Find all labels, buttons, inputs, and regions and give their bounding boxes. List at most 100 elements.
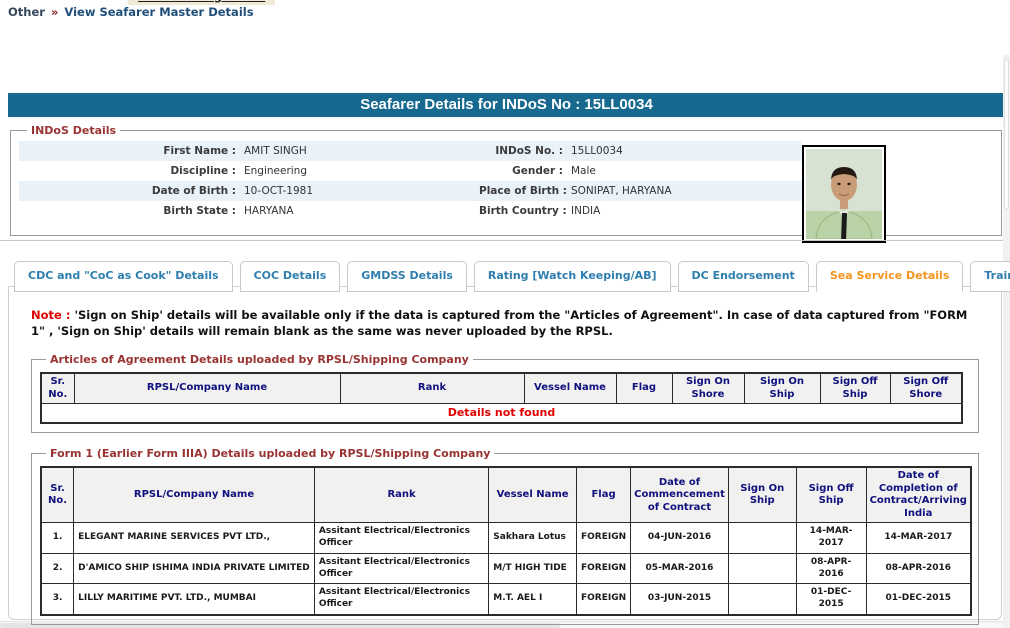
col-date-commencement: Date of Commencement of Contract xyxy=(630,466,729,524)
cell-date-completion: 01-DEC-2015 xyxy=(865,583,972,616)
cell-sr-no: 2. xyxy=(40,552,75,585)
indos-row-2: Discipline : Engineering Gender : Male xyxy=(19,161,802,181)
place-of-birth-value: SONIPAT, HARYANA xyxy=(571,185,672,197)
note-text: Note : 'Sign on Ship' details will be av… xyxy=(31,307,979,339)
vertical-scrollbar[interactable] xyxy=(1003,55,1010,628)
articles-header-row: Sr. No. RPSL/Company Name Rank Vessel Na… xyxy=(40,372,963,405)
cell-company: LILLY MARITIME PVT. LTD., MUMBAI xyxy=(73,583,315,616)
page-title: Seafarer Details for INDoS No : 15LL0034 xyxy=(8,93,1005,117)
tab-training-details[interactable]: Training Details xyxy=(970,261,1010,292)
col-rpsl-company: RPSL/Company Name xyxy=(73,466,315,524)
tab-rating-watch-keeping-ab[interactable]: Rating [Watch Keeping/AB] xyxy=(473,261,671,292)
section-divider xyxy=(0,240,1010,241)
cell-date-commencement: 04-JUN-2016 xyxy=(630,522,729,554)
cell-rank: Assitant Electrical/Electronics Officer xyxy=(313,552,490,585)
articles-of-agreement-fieldset: Articles of Agreement Details uploaded b… xyxy=(31,353,979,434)
col-sr-no: Sr. No. xyxy=(40,466,75,524)
cell-flag: FOREIGN xyxy=(575,552,632,585)
cell-vessel: Sakhara Lotus xyxy=(488,522,577,554)
empty-row: Details not found xyxy=(40,403,963,424)
col-sign-off-shore: Sign Off Shore xyxy=(889,372,963,405)
table-row: 2. D'AMICO SHIP ISHIMA INDIA PRIVATE LIM… xyxy=(40,552,972,585)
cell-vessel: M/T HIGH TIDE xyxy=(488,552,577,585)
first-name-value: AMIT SINGH xyxy=(244,145,307,157)
breadcrumb-separator-icon: » xyxy=(50,5,59,19)
cell-sign-on-ship xyxy=(727,552,797,585)
date-of-birth-label: Date of Birth : xyxy=(151,185,236,197)
place-of-birth-label: Place of Birth : xyxy=(479,185,567,197)
col-sign-off-ship: Sign Off Ship xyxy=(819,372,891,405)
birth-state-value: HARYANA xyxy=(244,205,294,217)
cell-date-commencement: 03-JUN-2015 xyxy=(630,583,729,616)
page: HomeManagement Other»View Seafarer Maste… xyxy=(0,0,1010,628)
form1-fieldset: Form 1 (Earlier Form IIIA) Details uploa… xyxy=(31,447,979,625)
indos-row-4: Birth State : HARYANA Birth Country : IN… xyxy=(19,201,802,221)
col-rpsl-company: RPSL/Company Name xyxy=(73,372,341,405)
birth-state-label: Birth State : xyxy=(163,205,236,217)
indos-row-3: Date of Birth : 10-OCT-1981 Place of Bir… xyxy=(19,181,802,201)
cell-sign-on-ship xyxy=(727,583,797,616)
table-row: 3. LILLY MARITIME PVT. LTD., MUMBAI Assi… xyxy=(40,583,972,616)
seafarer-photo xyxy=(802,145,886,243)
col-flag: Flag xyxy=(615,372,673,405)
indos-no-value: 15LL0034 xyxy=(571,145,623,157)
tab-content-panel: Note : 'Sign on Ship' details will be av… xyxy=(8,286,1002,625)
discipline-label: Discipline : xyxy=(170,165,236,177)
cell-rank: Assitant Electrical/Electronics Officer xyxy=(313,522,490,554)
cell-date-commencement: 05-MAR-2016 xyxy=(630,552,729,585)
col-sign-off-ship: Sign Off Ship xyxy=(795,466,867,524)
cell-sign-off-ship: 08-APR-2016 xyxy=(795,552,867,585)
cell-date-completion: 14-MAR-2017 xyxy=(865,522,972,554)
col-sign-on-ship: Sign On Ship xyxy=(727,466,797,524)
cell-company: D'AMICO SHIP ISHIMA INDIA PRIVATE LIMITE… xyxy=(73,552,315,585)
indos-row-1: First Name : AMIT SINGH INDoS No. : 15LL… xyxy=(19,141,802,161)
gender-value: Male xyxy=(571,165,596,177)
col-rank: Rank xyxy=(313,466,490,524)
indos-fields: First Name : AMIT SINGH INDoS No. : 15LL… xyxy=(19,141,802,221)
tab-cdc-coc-cook-details[interactable]: CDC and "CoC as Cook" Details xyxy=(14,261,233,292)
col-flag: Flag xyxy=(575,466,632,524)
birth-country-label: Birth Country : xyxy=(479,205,567,217)
tab-dc-endorsement[interactable]: DC Endorsement xyxy=(677,261,809,292)
note-body: 'Sign on Ship' details will be available… xyxy=(31,308,968,339)
tab-gmdss-details[interactable]: GMDSS Details xyxy=(347,261,467,292)
tab-bar: CDC and "CoC as Cook" Details COC Detail… xyxy=(14,261,1010,292)
indos-details-fieldset: INDoS Details First Name : AMIT SINGH IN… xyxy=(10,124,1002,243)
cell-sign-on-ship xyxy=(727,522,797,554)
cell-flag: FOREIGN xyxy=(575,522,632,554)
date-of-birth-value: 10-OCT-1981 xyxy=(244,185,313,197)
breadcrumb-current: View Seafarer Master Details xyxy=(64,5,254,19)
col-sign-on-shore: Sign On Shore xyxy=(671,372,745,405)
cell-sr-no: 1. xyxy=(40,522,75,554)
first-name-label: First Name : xyxy=(163,145,236,157)
seafarer-photo-illustration xyxy=(806,149,882,239)
note-prefix: Note : xyxy=(31,308,71,322)
breadcrumb-section-link[interactable]: Other xyxy=(8,5,45,19)
details-not-found-message: Details not found xyxy=(40,403,963,424)
discipline-value: Engineering xyxy=(244,165,307,177)
col-rank: Rank xyxy=(339,372,525,405)
cell-sign-off-ship: 01-DEC-2015 xyxy=(795,583,867,616)
cell-date-completion: 08-APR-2016 xyxy=(865,552,972,585)
tab-sea-service-details[interactable]: Sea Service Details xyxy=(815,261,964,292)
vertical-scrollbar-thumb[interactable] xyxy=(1004,59,1009,209)
cell-sr-no: 3. xyxy=(40,583,75,616)
cell-sign-off-ship: 14-MAR-2017 xyxy=(795,522,867,554)
form1-legend: Form 1 (Earlier Form IIIA) Details uploa… xyxy=(50,447,491,461)
gender-label: Gender : xyxy=(512,165,563,177)
form1-header-row: Sr. No. RPSL/Company Name Rank Vessel Na… xyxy=(40,466,972,524)
indos-details-legend: INDoS Details xyxy=(31,124,117,137)
birth-country-value: INDIA xyxy=(571,205,601,217)
cell-company: ELEGANT MARINE SERVICES PVT LTD., xyxy=(73,522,315,554)
articles-legend: Articles of Agreement Details uploaded b… xyxy=(50,353,469,367)
col-sr-no: Sr. No. xyxy=(40,372,75,405)
cell-vessel: M.T. AEL I xyxy=(488,583,577,616)
indos-no-label: INDoS No. : xyxy=(495,145,563,157)
cell-flag: FOREIGN xyxy=(575,583,632,616)
articles-table: Sr. No. RPSL/Company Name Rank Vessel Na… xyxy=(40,372,963,425)
col-sign-on-ship: Sign On Ship xyxy=(743,372,821,405)
col-date-completion: Date of Completion of Contract/Arriving … xyxy=(865,466,972,524)
cell-rank: Assitant Electrical/Electronics Officer xyxy=(313,583,490,616)
tab-coc-details[interactable]: COC Details xyxy=(239,261,341,292)
col-vessel-name: Vessel Name xyxy=(523,372,617,405)
